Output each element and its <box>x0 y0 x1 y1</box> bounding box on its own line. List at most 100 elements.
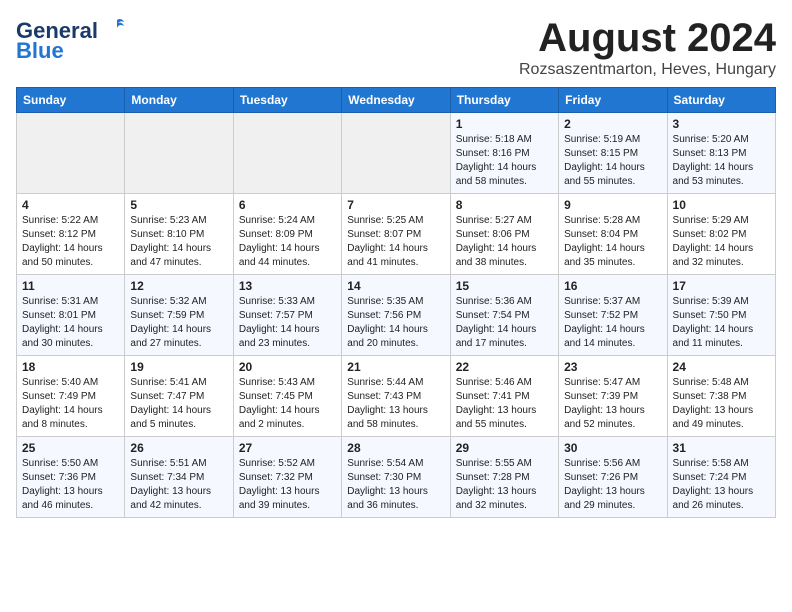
day-number: 26 <box>130 441 227 455</box>
calendar-cell: 16 Sunrise: 5:37 AM Sunset: 7:52 PM Dayli… <box>559 275 667 356</box>
calendar-cell: 5 Sunrise: 5:23 AM Sunset: 8:10 PM Daylig… <box>125 194 233 275</box>
day-info: Sunrise: 5:35 AM Sunset: 7:56 PM Dayligh… <box>347 295 444 351</box>
day-info: Sunrise: 5:40 AM Sunset: 7:49 PM Dayligh… <box>22 376 119 432</box>
day-info: Sunrise: 5:52 AM Sunset: 7:32 PM Dayligh… <box>239 457 336 513</box>
day-number: 22 <box>456 360 553 374</box>
calendar-cell: 6 Sunrise: 5:24 AM Sunset: 8:09 PM Daylig… <box>233 194 341 275</box>
logo-bird-icon <box>106 16 128 38</box>
calendar-cell: 26 Sunrise: 5:51 AM Sunset: 7:34 PM Dayli… <box>125 437 233 518</box>
day-info: Sunrise: 5:37 AM Sunset: 7:52 PM Dayligh… <box>564 295 661 351</box>
day-number: 28 <box>347 441 444 455</box>
location-title: Rozsaszentmarton, Heves, Hungary <box>519 61 776 79</box>
weekday-header-monday: Monday <box>125 88 233 113</box>
day-info: Sunrise: 5:48 AM Sunset: 7:38 PM Dayligh… <box>673 376 770 432</box>
day-number: 14 <box>347 279 444 293</box>
calendar-week-row: 25 Sunrise: 5:50 AM Sunset: 7:36 PM Dayli… <box>17 437 776 518</box>
calendar-cell: 20 Sunrise: 5:43 AM Sunset: 7:45 PM Dayli… <box>233 356 341 437</box>
calendar-cell: 27 Sunrise: 5:52 AM Sunset: 7:32 PM Dayli… <box>233 437 341 518</box>
calendar-cell: 7 Sunrise: 5:25 AM Sunset: 8:07 PM Daylig… <box>342 194 450 275</box>
day-number: 6 <box>239 198 336 212</box>
day-number: 27 <box>239 441 336 455</box>
calendar-cell: 28 Sunrise: 5:54 AM Sunset: 7:30 PM Dayli… <box>342 437 450 518</box>
weekday-header-thursday: Thursday <box>450 88 558 113</box>
weekday-header-wednesday: Wednesday <box>342 88 450 113</box>
day-info: Sunrise: 5:18 AM Sunset: 8:16 PM Dayligh… <box>456 133 553 189</box>
day-info: Sunrise: 5:32 AM Sunset: 7:59 PM Dayligh… <box>130 295 227 351</box>
calendar-week-row: 11 Sunrise: 5:31 AM Sunset: 8:01 PM Dayli… <box>17 275 776 356</box>
day-number: 8 <box>456 198 553 212</box>
calendar-week-row: 18 Sunrise: 5:40 AM Sunset: 7:49 PM Dayli… <box>17 356 776 437</box>
calendar-cell: 8 Sunrise: 5:27 AM Sunset: 8:06 PM Daylig… <box>450 194 558 275</box>
calendar-cell: 18 Sunrise: 5:40 AM Sunset: 7:49 PM Dayli… <box>17 356 125 437</box>
day-info: Sunrise: 5:27 AM Sunset: 8:06 PM Dayligh… <box>456 214 553 270</box>
weekday-header-row: SundayMondayTuesdayWednesdayThursdayFrid… <box>17 88 776 113</box>
calendar-cell <box>342 113 450 194</box>
day-number: 18 <box>22 360 119 374</box>
day-number: 29 <box>456 441 553 455</box>
day-info: Sunrise: 5:54 AM Sunset: 7:30 PM Dayligh… <box>347 457 444 513</box>
day-number: 20 <box>239 360 336 374</box>
day-info: Sunrise: 5:25 AM Sunset: 8:07 PM Dayligh… <box>347 214 444 270</box>
calendar-cell: 17Sunrise: 5:39 AM Sunset: 7:50 PM Dayli… <box>667 275 775 356</box>
day-info: Sunrise: 5:39 AM Sunset: 7:50 PM Dayligh… <box>673 295 770 351</box>
calendar-cell: 31 Sunrise: 5:58 AM Sunset: 7:24 PM Dayli… <box>667 437 775 518</box>
day-number: 23 <box>564 360 661 374</box>
day-number: 3 <box>673 117 770 131</box>
calendar-cell: 3 Sunrise: 5:20 AM Sunset: 8:13 PM Daylig… <box>667 113 775 194</box>
calendar-cell: 12 Sunrise: 5:32 AM Sunset: 7:59 PM Dayli… <box>125 275 233 356</box>
calendar-cell: 25 Sunrise: 5:50 AM Sunset: 7:36 PM Dayli… <box>17 437 125 518</box>
day-number: 10 <box>673 198 770 212</box>
header: General Blue August 2024 Rozsaszentmarto… <box>16 16 776 79</box>
day-info: Sunrise: 5:51 AM Sunset: 7:34 PM Dayligh… <box>130 457 227 513</box>
day-info: Sunrise: 5:47 AM Sunset: 7:39 PM Dayligh… <box>564 376 661 432</box>
calendar-cell: 11 Sunrise: 5:31 AM Sunset: 8:01 PM Dayli… <box>17 275 125 356</box>
calendar-cell: 22 Sunrise: 5:46 AM Sunset: 7:41 PM Dayli… <box>450 356 558 437</box>
day-info: Sunrise: 5:19 AM Sunset: 8:15 PM Dayligh… <box>564 133 661 189</box>
day-number: 9 <box>564 198 661 212</box>
calendar-cell: 1Sunrise: 5:18 AM Sunset: 8:16 PM Daylig… <box>450 113 558 194</box>
day-info: Sunrise: 5:46 AM Sunset: 7:41 PM Dayligh… <box>456 376 553 432</box>
day-info: Sunrise: 5:50 AM Sunset: 7:36 PM Dayligh… <box>22 457 119 513</box>
calendar-cell: 21 Sunrise: 5:44 AM Sunset: 7:43 PM Dayli… <box>342 356 450 437</box>
calendar-cell: 23 Sunrise: 5:47 AM Sunset: 7:39 PM Dayli… <box>559 356 667 437</box>
calendar-cell <box>233 113 341 194</box>
day-number: 25 <box>22 441 119 455</box>
day-info: Sunrise: 5:36 AM Sunset: 7:54 PM Dayligh… <box>456 295 553 351</box>
day-number: 24 <box>673 360 770 374</box>
day-number: 15 <box>456 279 553 293</box>
day-info: Sunrise: 5:41 AM Sunset: 7:47 PM Dayligh… <box>130 376 227 432</box>
weekday-header-tuesday: Tuesday <box>233 88 341 113</box>
day-number: 12 <box>130 279 227 293</box>
calendar-week-row: 4 Sunrise: 5:22 AM Sunset: 8:12 PM Daylig… <box>17 194 776 275</box>
day-number: 5 <box>130 198 227 212</box>
day-number: 30 <box>564 441 661 455</box>
calendar-week-row: 1Sunrise: 5:18 AM Sunset: 8:16 PM Daylig… <box>17 113 776 194</box>
day-number: 7 <box>347 198 444 212</box>
day-info: Sunrise: 5:28 AM Sunset: 8:04 PM Dayligh… <box>564 214 661 270</box>
day-info: Sunrise: 5:58 AM Sunset: 7:24 PM Dayligh… <box>673 457 770 513</box>
day-number: 11 <box>22 279 119 293</box>
calendar-table: SundayMondayTuesdayWednesdayThursdayFrid… <box>16 87 776 518</box>
day-number: 16 <box>564 279 661 293</box>
calendar-cell: 10 Sunrise: 5:29 AM Sunset: 8:02 PM Dayli… <box>667 194 775 275</box>
day-info: Sunrise: 5:31 AM Sunset: 8:01 PM Dayligh… <box>22 295 119 351</box>
title-area: August 2024 Rozsaszentmarton, Heves, Hun… <box>519 16 776 79</box>
day-info: Sunrise: 5:22 AM Sunset: 8:12 PM Dayligh… <box>22 214 119 270</box>
calendar-cell <box>17 113 125 194</box>
day-number: 4 <box>22 198 119 212</box>
day-info: Sunrise: 5:20 AM Sunset: 8:13 PM Dayligh… <box>673 133 770 189</box>
day-number: 21 <box>347 360 444 374</box>
day-info: Sunrise: 5:23 AM Sunset: 8:10 PM Dayligh… <box>130 214 227 270</box>
day-info: Sunrise: 5:29 AM Sunset: 8:02 PM Dayligh… <box>673 214 770 270</box>
day-info: Sunrise: 5:56 AM Sunset: 7:26 PM Dayligh… <box>564 457 661 513</box>
calendar-cell: 19Sunrise: 5:41 AM Sunset: 7:47 PM Dayli… <box>125 356 233 437</box>
calendar-cell: 24 Sunrise: 5:48 AM Sunset: 7:38 PM Dayli… <box>667 356 775 437</box>
day-info: Sunrise: 5:43 AM Sunset: 7:45 PM Dayligh… <box>239 376 336 432</box>
calendar-cell: 15 Sunrise: 5:36 AM Sunset: 7:54 PM Dayli… <box>450 275 558 356</box>
calendar-cell: 29Sunrise: 5:55 AM Sunset: 7:28 PM Dayli… <box>450 437 558 518</box>
calendar-cell: 14 Sunrise: 5:35 AM Sunset: 7:56 PM Dayli… <box>342 275 450 356</box>
day-info: Sunrise: 5:24 AM Sunset: 8:09 PM Dayligh… <box>239 214 336 270</box>
calendar-cell: 2Sunrise: 5:19 AM Sunset: 8:15 PM Daylig… <box>559 113 667 194</box>
day-number: 31 <box>673 441 770 455</box>
day-info: Sunrise: 5:44 AM Sunset: 7:43 PM Dayligh… <box>347 376 444 432</box>
